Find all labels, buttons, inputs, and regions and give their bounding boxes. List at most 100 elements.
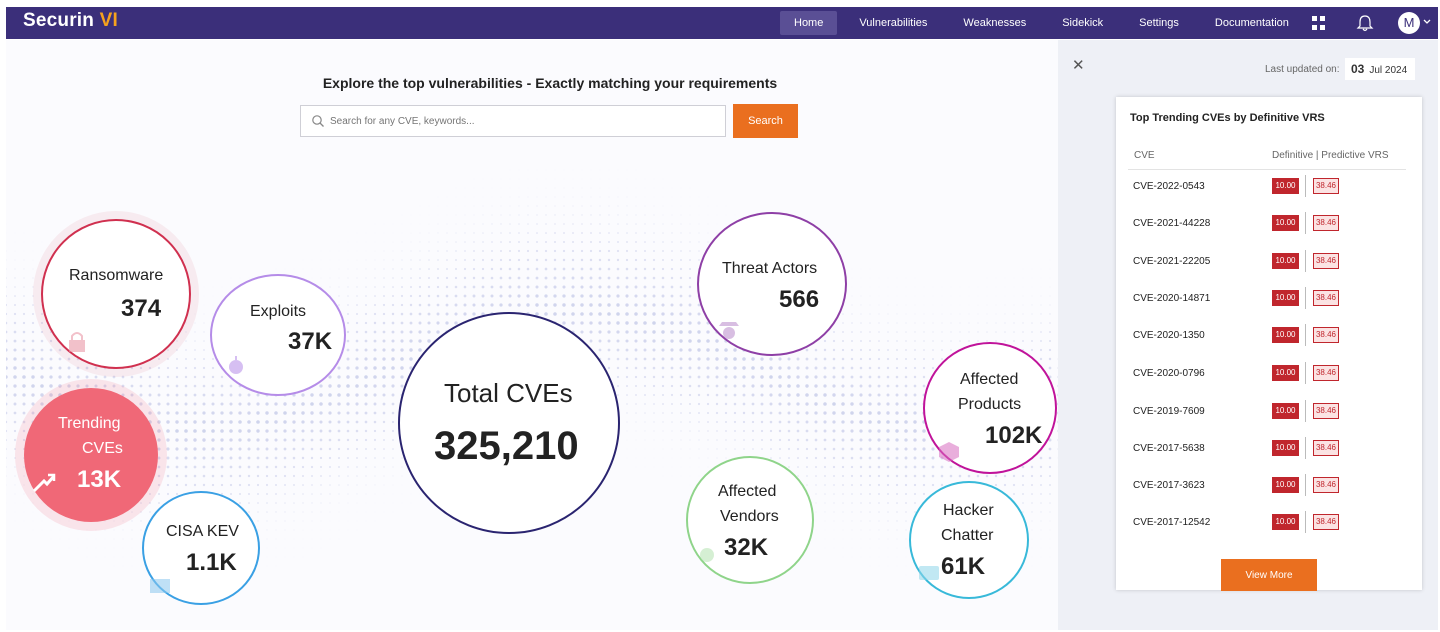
nav-sidekick[interactable]: Sidekick — [1048, 11, 1117, 35]
nav-vulnerabilities[interactable]: Vulnerabilities — [845, 11, 941, 35]
cve-id[interactable]: CVE-2020-1350 — [1133, 330, 1205, 341]
brand-logo[interactable]: Securin VI — [23, 10, 118, 32]
cve-id[interactable]: CVE-2020-14871 — [1133, 293, 1210, 304]
table-row[interactable]: CVE-2019-7609 10.00 38.46 — [1116, 400, 1422, 423]
cisa-kev-bubble[interactable]: CISA KEV 1.1K — [142, 491, 260, 605]
last-updated-label: Last updated on: — [1265, 64, 1340, 75]
user-secret-icon — [719, 322, 739, 339]
shield-icon — [150, 579, 170, 593]
trending-cves-label-line1: Trending — [58, 415, 121, 432]
cve-id[interactable]: CVE-2017-12542 — [1133, 517, 1210, 528]
affected-vendors-label-line2: Vendors — [720, 508, 779, 525]
cve-id[interactable]: CVE-2021-44228 — [1133, 218, 1210, 229]
badge-separator — [1305, 324, 1306, 346]
search-button[interactable]: Search — [733, 104, 798, 138]
lock-icon — [69, 332, 85, 352]
definitive-vrs-badge: 10.00 — [1272, 514, 1299, 530]
predictive-vrs-badge: 38.46 — [1313, 440, 1339, 456]
brand-suffix: VI — [99, 10, 118, 31]
threat-actors-label: Threat Actors — [722, 260, 818, 277]
cisa-kev-value: 1.1K — [186, 549, 237, 576]
bug-icon — [229, 356, 243, 374]
predictive-vrs-badge: 38.46 — [1313, 327, 1339, 343]
table-row[interactable]: CVE-2021-22205 10.00 38.46 — [1116, 250, 1422, 273]
nav-home[interactable]: Home — [780, 11, 838, 35]
badge-separator — [1305, 362, 1306, 384]
threat-actors-bubble[interactable]: Threat Actors 566 — [697, 212, 847, 356]
brand-name: Securin — [23, 10, 95, 31]
search-field[interactable] — [300, 105, 726, 137]
cve-id[interactable]: CVE-2020-0796 — [1133, 368, 1205, 379]
last-updated-day: 03 — [1351, 62, 1365, 76]
affected-products-bubble[interactable]: Affected Products 102K — [923, 342, 1057, 474]
definitive-vrs-badge: 10.00 — [1272, 215, 1299, 231]
table-row[interactable]: CVE-2021-44228 10.00 38.46 — [1116, 212, 1422, 235]
predictive-vrs-badge: 38.46 — [1313, 178, 1339, 194]
table-row[interactable]: CVE-2017-12542 10.00 38.46 — [1116, 511, 1422, 534]
badge-separator — [1305, 250, 1306, 272]
table-row[interactable]: CVE-2017-5638 10.00 38.46 — [1116, 437, 1422, 460]
ransomware-value: 374 — [121, 295, 162, 322]
table-row[interactable]: CVE-2022-0543 10.00 38.46 — [1116, 175, 1422, 198]
badge-separator — [1305, 287, 1306, 309]
nav-links: Home Vulnerabilities Weaknesses Sidekick… — [776, 7, 1307, 39]
total-cves-value: 325,210 — [434, 424, 579, 468]
definitive-vrs-badge: 10.00 — [1272, 477, 1299, 493]
affected-vendors-bubble[interactable]: Affected Vendors 32K — [686, 456, 814, 584]
vendor-icon — [700, 548, 714, 562]
view-more-button[interactable]: View More — [1221, 559, 1317, 591]
badge-separator — [1305, 175, 1306, 197]
nav-settings[interactable]: Settings — [1125, 11, 1193, 35]
trending-cves-value: 13K — [77, 466, 122, 493]
total-cves-bubble[interactable]: Total CVEs 325,210 — [398, 312, 620, 534]
table-row[interactable]: CVE-2020-0796 10.00 38.46 — [1116, 362, 1422, 385]
predictive-vrs-badge: 38.46 — [1313, 290, 1339, 306]
chat-icon — [919, 566, 939, 580]
header-divider — [1128, 169, 1406, 170]
hacker-chatter-value: 61K — [941, 553, 986, 580]
badge-separator — [1305, 474, 1306, 496]
chevron-down-icon[interactable] — [1423, 18, 1431, 26]
cve-id[interactable]: CVE-2021-22205 — [1133, 256, 1210, 267]
column-header-cve: CVE — [1134, 150, 1155, 161]
ransomware-bubble[interactable]: Ransomware 374 — [41, 219, 191, 369]
cve-id[interactable]: CVE-2017-5638 — [1133, 443, 1205, 454]
predictive-vrs-badge: 38.46 — [1313, 514, 1339, 530]
cve-id[interactable]: CVE-2019-7609 — [1133, 406, 1205, 417]
badge-separator — [1305, 511, 1306, 533]
total-cves-label: Total CVEs — [444, 378, 573, 408]
cve-id[interactable]: CVE-2022-0543 — [1133, 181, 1205, 192]
cve-id[interactable]: CVE-2017-3623 — [1133, 480, 1205, 491]
ransomware-label: Ransomware — [69, 267, 164, 284]
predictive-vrs-badge: 38.46 — [1313, 365, 1339, 381]
definitive-vrs-badge: 10.00 — [1272, 440, 1299, 456]
definitive-vrs-badge: 10.00 — [1272, 178, 1299, 194]
predictive-vrs-badge: 38.46 — [1313, 403, 1339, 419]
avatar[interactable]: M — [1398, 12, 1420, 34]
predictive-vrs-badge: 38.46 — [1313, 477, 1339, 493]
table-row[interactable]: CVE-2017-3623 10.00 38.46 — [1116, 474, 1422, 497]
exploits-bubble[interactable]: Exploits 37K — [210, 274, 346, 396]
search-input[interactable] — [330, 115, 710, 127]
nav-weaknesses[interactable]: Weaknesses — [949, 11, 1040, 35]
trending-arrow-icon — [32, 473, 56, 493]
affected-products-value: 102K — [985, 422, 1043, 449]
hacker-chatter-label-line1: Hacker — [943, 502, 994, 519]
search-icon — [312, 115, 324, 127]
trending-cves-bubble[interactable]: Trending CVEs 13K — [24, 388, 158, 522]
hacker-chatter-bubble[interactable]: Hacker Chatter 61K — [909, 481, 1029, 599]
card-title: Top Trending CVEs by Definitive VRS — [1130, 112, 1325, 124]
definitive-vrs-badge: 10.00 — [1272, 290, 1299, 306]
table-row[interactable]: CVE-2020-1350 10.00 38.46 — [1116, 324, 1422, 347]
apps-grid-icon[interactable] — [1312, 16, 1326, 30]
exploits-value: 37K — [288, 328, 333, 355]
definitive-vrs-badge: 10.00 — [1272, 365, 1299, 381]
predictive-vrs-badge: 38.46 — [1313, 253, 1339, 269]
table-row[interactable]: CVE-2020-14871 10.00 38.46 — [1116, 287, 1422, 310]
threat-actors-value: 566 — [779, 286, 820, 313]
nav-documentation[interactable]: Documentation — [1201, 11, 1303, 35]
bell-icon[interactable] — [1355, 13, 1375, 33]
cisa-kev-label: CISA KEV — [166, 523, 239, 540]
close-icon[interactable]: ✕ — [1072, 56, 1085, 74]
last-updated-date: 03 Jul 2024 — [1345, 58, 1416, 80]
